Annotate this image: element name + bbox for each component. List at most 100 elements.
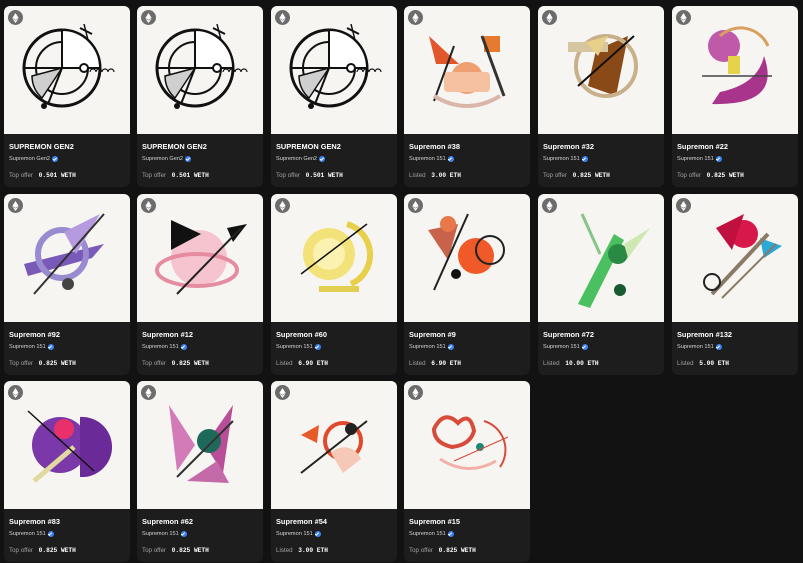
ethereum-chain-icon (8, 198, 23, 213)
nft-title[interactable]: Supremon #38 (409, 142, 526, 151)
price-value: 0.825 WETH (34, 547, 76, 554)
artwork-shapes (431, 415, 509, 470)
price-label: Listed (409, 360, 426, 367)
collection-name[interactable]: Supremon 151 (276, 344, 393, 350)
nft-artwork[interactable] (137, 6, 263, 134)
verified-badge-icon (185, 156, 192, 162)
nft-title[interactable]: Supremon #83 (9, 517, 126, 526)
nft-card[interactable]: Supremon #12 Supremon 151 Top offer 0.82… (137, 194, 263, 375)
verified-badge-icon (715, 156, 722, 162)
nft-card[interactable]: Supremon #72 Supremon 151 Listed 10.00 E… (538, 194, 664, 375)
collection-name[interactable]: Supremon 151 (543, 156, 660, 162)
nft-title[interactable]: SUPREMON GEN2 (142, 142, 259, 151)
artwork-shapes (568, 34, 638, 98)
nft-card[interactable]: Supremon #15 Supremon 151 Top offer 0.82… (404, 381, 530, 562)
price-row: Top offer 0.825 WETH (142, 547, 259, 554)
nft-artwork[interactable] (538, 194, 664, 322)
price-row: Top offer 0.825 WETH (9, 547, 126, 554)
collection-name[interactable]: Supremon 151 (409, 344, 526, 350)
collection-name[interactable]: Supremon 151 (142, 344, 259, 350)
artwork-shapes (289, 23, 382, 109)
nft-card[interactable]: Supremon #60 Supremon 151 Listed 6.90 ET… (271, 194, 397, 375)
nft-title[interactable]: Supremon #72 (543, 330, 660, 339)
nft-title[interactable]: Supremon #9 (409, 330, 526, 339)
collection-name[interactable]: Supremon Gen2 (276, 156, 393, 162)
artwork-shapes (429, 35, 506, 108)
nft-title[interactable]: Supremon #92 (9, 330, 126, 339)
nft-artwork[interactable] (137, 381, 263, 509)
nft-artwork[interactable] (404, 6, 530, 134)
price-label: Listed (276, 547, 293, 554)
nft-card[interactable]: Supremon #132 Supremon 151 Listed 5.00 E… (672, 194, 798, 375)
nft-card[interactable]: SUPREMON GEN2 Supremon Gen2 Top offer 0.… (271, 6, 397, 187)
ethereum-chain-icon (8, 10, 23, 25)
collection-name[interactable]: Supremon Gen2 (142, 156, 259, 162)
collection-name[interactable]: Supremon 151 (9, 344, 126, 350)
price-value: 0.825 WETH (568, 172, 610, 179)
price-value: 0.825 WETH (167, 360, 209, 367)
verified-badge-icon (180, 531, 187, 537)
verified-badge-icon (314, 344, 321, 350)
price-label: Top offer (677, 172, 701, 179)
collection-name[interactable]: Supremon 151 (142, 531, 259, 537)
price-value: 0.501 WETH (34, 172, 76, 179)
verified-badge-icon (180, 344, 187, 350)
nft-card[interactable]: Supremon #54 Supremon 151 Listed 3.00 ET… (271, 381, 397, 562)
nft-card[interactable]: Supremon #92 Supremon 151 Top offer 0.82… (4, 194, 130, 375)
artwork-shapes (22, 23, 115, 109)
ethereum-chain-icon (542, 198, 557, 213)
nft-card[interactable]: SUPREMON GEN2 Supremon Gen2 Top offer 0.… (4, 6, 130, 187)
nft-title[interactable]: SUPREMON GEN2 (276, 142, 393, 151)
nft-artwork[interactable] (271, 194, 397, 322)
nft-title[interactable]: Supremon #132 (677, 330, 794, 339)
verified-badge-icon (319, 156, 326, 162)
nft-artwork[interactable] (404, 381, 530, 509)
nft-artwork[interactable] (4, 6, 130, 134)
collection-name[interactable]: Supremon 151 (677, 344, 794, 350)
nft-card[interactable]: Supremon #83 Supremon 151 Top offer 0.82… (4, 381, 130, 562)
artwork-shapes (300, 221, 374, 292)
nft-title[interactable]: SUPREMON GEN2 (9, 142, 126, 151)
nft-title[interactable]: Supremon #22 (677, 142, 794, 151)
nft-card[interactable]: Supremon #32 Supremon 151 Top offer 0.82… (538, 6, 664, 187)
nft-title[interactable]: Supremon #54 (276, 517, 393, 526)
price-row: Listed 3.00 ETH (409, 172, 526, 179)
collection-name[interactable]: Supremon 151 (409, 531, 526, 537)
nft-card[interactable]: Supremon #9 Supremon 151 Listed 6.90 ETH (404, 194, 530, 375)
collection-name[interactable]: Supremon 151 (9, 531, 126, 537)
nft-artwork[interactable] (672, 194, 798, 322)
nft-artwork[interactable] (271, 6, 397, 134)
collection-name[interactable]: Supremon 151 (276, 531, 393, 537)
collection-name[interactable]: Supremon 151 (409, 156, 526, 162)
collection-name[interactable]: Supremon 151 (677, 156, 794, 162)
nft-artwork[interactable] (271, 381, 397, 509)
price-label: Top offer (543, 172, 567, 179)
nft-artwork[interactable] (672, 6, 798, 134)
nft-artwork[interactable] (538, 6, 664, 134)
collection-name[interactable]: Supremon 151 (543, 344, 660, 350)
ethereum-chain-icon (676, 10, 691, 25)
collection-name[interactable]: Supremon Gen2 (9, 156, 126, 162)
nft-title[interactable]: Supremon #62 (142, 517, 259, 526)
price-label: Top offer (142, 360, 166, 367)
nft-card[interactable]: Supremon #38 Supremon 151 Listed 3.00 ET… (404, 6, 530, 187)
ethereum-chain-icon (275, 10, 290, 25)
nft-card[interactable]: Supremon #22 Supremon 151 Top offer 0.82… (672, 6, 798, 187)
nft-artwork[interactable] (137, 194, 263, 322)
ethereum-chain-icon (542, 10, 557, 25)
nft-artwork[interactable] (4, 194, 130, 322)
nft-title[interactable]: Supremon #12 (142, 330, 259, 339)
nft-card[interactable]: Supremon #62 Supremon 151 Top offer 0.82… (137, 381, 263, 562)
price-row: Top offer 0.501 WETH (142, 172, 259, 179)
price-row: Top offer 0.825 WETH (409, 547, 526, 554)
nft-title[interactable]: Supremon #15 (409, 517, 526, 526)
price-value: 3.00 ETH (294, 547, 328, 554)
price-label: Top offer (142, 547, 166, 554)
nft-artwork[interactable] (4, 381, 130, 509)
nft-title[interactable]: Supremon #32 (543, 142, 660, 151)
nft-card[interactable]: SUPREMON GEN2 Supremon Gen2 Top offer 0.… (137, 6, 263, 187)
artwork-shapes (155, 220, 247, 295)
nft-title[interactable]: Supremon #60 (276, 330, 393, 339)
nft-artwork[interactable] (404, 194, 530, 322)
ethereum-chain-icon (275, 385, 290, 400)
